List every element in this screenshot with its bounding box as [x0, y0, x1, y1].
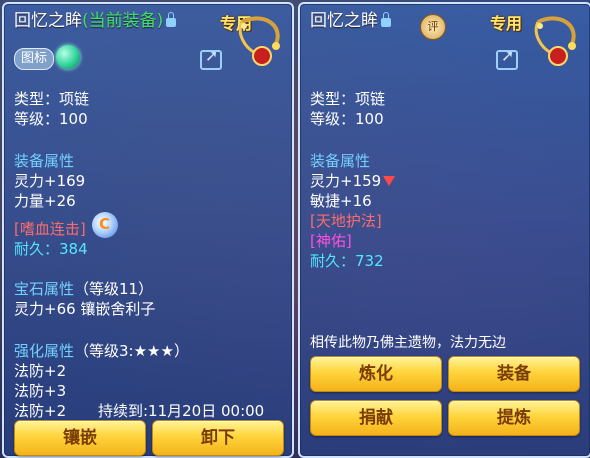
lock-icon [166, 12, 177, 27]
attr-line: 灵力+169 [14, 172, 86, 190]
type-line: 类型：项链 [14, 90, 90, 108]
durability-value: 732 [355, 252, 384, 270]
lock-icon [381, 12, 391, 27]
enhance-attr-line: 法防+2 [14, 402, 67, 420]
icon-toggle-button[interactable]: 图标 [14, 48, 55, 70]
attr-line: 力量+26 [14, 192, 76, 210]
enhance-header: 强化属性 [14, 342, 75, 360]
refine-button[interactable]: 炼化 [310, 356, 442, 392]
extract-button[interactable]: 提炼 [448, 400, 580, 436]
item-title-row: 回忆之眸(当前装备) [14, 11, 177, 31]
equipment-attr-header: 装备属性 [310, 152, 371, 170]
durability-line: 耐久：384 [14, 240, 88, 258]
special-skill: [神佑] [310, 232, 352, 250]
decrease-arrow-icon [383, 175, 396, 186]
enhance-header-line: 强化属性（等级3:★★★） [14, 342, 189, 360]
share-icon[interactable] [200, 46, 222, 70]
durability-value: 384 [59, 240, 88, 258]
durability-line: 耐久：732 [310, 252, 384, 270]
enhance-attr-line: 法防+2 [14, 362, 67, 380]
level-line: 等级：100 [310, 110, 384, 128]
durability-label: 耐久： [14, 240, 60, 258]
special-skill: [嗜血连击] [14, 220, 86, 238]
unequip-button[interactable]: 卸下 [152, 420, 284, 456]
skill-icon[interactable] [92, 212, 118, 238]
durability-label: 耐久： [310, 252, 356, 270]
equip-button[interactable]: 装备 [448, 356, 580, 392]
type-line: 类型：项链 [310, 90, 386, 108]
necklace-item-icon [534, 16, 576, 66]
gem-attr-line: 灵力+66 镶嵌舍利子 [14, 300, 156, 318]
item-title-row: 回忆之眸 [310, 12, 391, 30]
expire-text: 持续到:11月20日 00:00 [98, 402, 265, 420]
attr-line-compare: 灵力+159 [310, 172, 396, 190]
attr-line: 敏捷+16 [310, 192, 372, 210]
equipped-tag: (当前装备) [82, 11, 164, 31]
exclusive-badge: 专用 [490, 14, 523, 33]
rating-badge-icon[interactable]: 评 [420, 14, 446, 40]
enhance-level: （等级3:★★★） [74, 342, 189, 360]
donate-button[interactable]: 捐献 [310, 400, 442, 436]
equipped-item-tooltip: 回忆之眸(当前装备) 专用 图标 类型：项链 等级：100 装备属性 灵力+16… [2, 2, 294, 458]
share-icon[interactable] [496, 46, 518, 70]
jade-orb-icon[interactable] [56, 45, 80, 69]
equipment-attr-header: 装备属性 [14, 152, 75, 170]
item-name: 回忆之眸 [310, 11, 378, 31]
gem-header: 宝石属性 [14, 280, 75, 298]
item-name: 回忆之眸 [14, 11, 82, 31]
special-skill: [天地护法] [310, 212, 382, 230]
inlay-button[interactable]: 镶嵌 [14, 420, 146, 456]
gem-level: （等级11） [74, 280, 154, 298]
compare-item-tooltip: 回忆之眸 评 专用 类型：项链 等级：100 装备属性 灵力+159 敏捷+16… [298, 2, 590, 458]
attr-value: 灵力+159 [310, 172, 382, 190]
gem-header-line: 宝石属性（等级11） [14, 280, 153, 298]
level-line: 等级：100 [14, 110, 88, 128]
necklace-item-icon [238, 16, 280, 66]
enhance-attr-line: 法防+3 [14, 382, 67, 400]
item-description: 相传此物乃佛主遗物，法力无边 [310, 335, 506, 351]
